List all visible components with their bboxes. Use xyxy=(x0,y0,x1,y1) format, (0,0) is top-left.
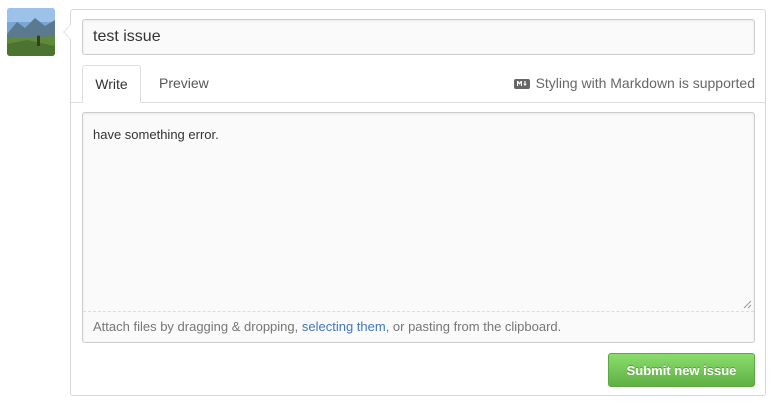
new-issue-form: Write Preview Styling with Markdown is s… xyxy=(63,9,766,396)
avatar-image xyxy=(7,8,55,56)
markdown-support-note[interactable]: Styling with Markdown is supported xyxy=(513,65,755,102)
markdown-note-label: Styling with Markdown is supported xyxy=(535,75,755,91)
tab-preview[interactable]: Preview xyxy=(147,65,221,102)
attach-hint-text-before: Attach files by dragging & dropping, xyxy=(93,319,302,334)
editor-tabs: Write Preview Styling with Markdown is s… xyxy=(71,65,765,103)
markdown-icon xyxy=(513,78,530,89)
issue-title-input[interactable] xyxy=(82,19,755,55)
submit-new-issue-button[interactable]: Submit new issue xyxy=(608,353,755,387)
file-attach-hint: Attach files by dragging & dropping, sel… xyxy=(83,311,754,342)
resize-grip-icon[interactable] xyxy=(742,299,752,309)
issue-body-textarea[interactable]: have something error. xyxy=(83,113,754,311)
tab-write[interactable]: Write xyxy=(82,65,141,103)
select-files-link[interactable]: selecting them xyxy=(302,319,386,334)
comment-editor: have something error. Attach files by dr… xyxy=(82,112,755,343)
attach-hint-text-after: , or pasting from the clipboard. xyxy=(385,319,562,334)
avatar[interactable] xyxy=(7,8,55,56)
